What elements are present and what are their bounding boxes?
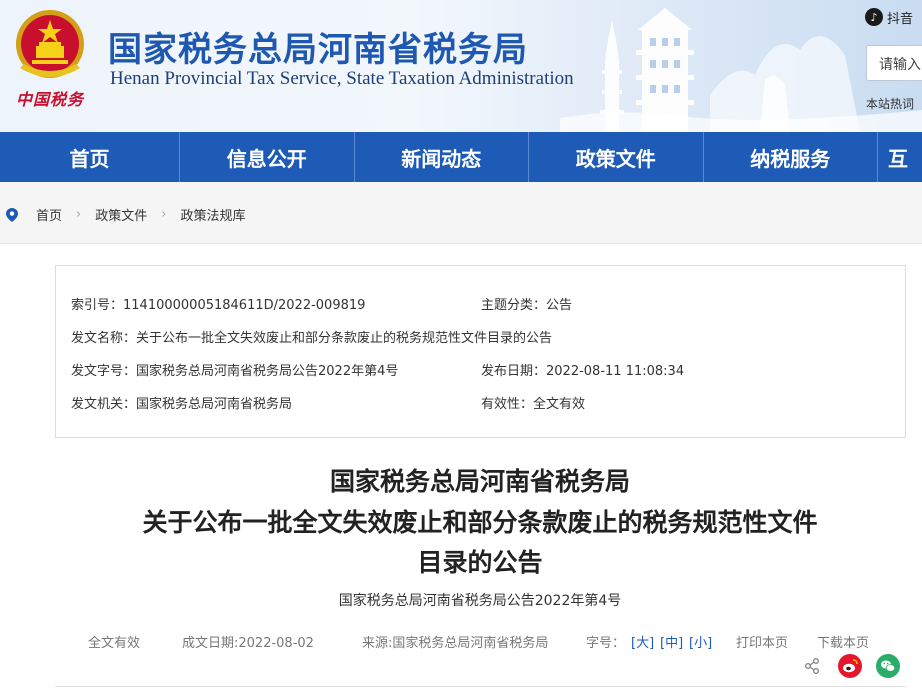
meta-doc-name-value: 关于公布一批全文失效废止和部分条款废止的税务规范性文件目录的公告: [136, 331, 553, 346]
meta-topic: 主题分类：公告: [481, 294, 572, 313]
nav-item-news[interactable]: 新闻动态: [355, 132, 529, 182]
national-emblem-icon: [16, 10, 84, 78]
article-validity: 全文有效: [88, 636, 141, 651]
hot-words-label: 本站热词: [866, 97, 915, 111]
print-page-button[interactable]: 打印本页: [736, 632, 788, 651]
breadcrumb-home[interactable]: 首页: [36, 205, 62, 224]
douyin-label: 抖音: [887, 11, 914, 27]
article-doc-number: 国家税务总局河南省税务局公告2022年第4号: [338, 593, 622, 609]
meta-validity-value: 全文有效: [533, 397, 586, 412]
article-title-line-1: 国家税务总局河南省税务局: [329, 467, 630, 496]
meta-pub-date: 发布日期：2022-08-11 11:08:34: [481, 360, 684, 379]
search-input[interactable]: 请输入: [866, 45, 922, 81]
site-subtitle: Henan Provincial Tax Service, State Taxa…: [110, 68, 574, 89]
article-title-line-3: 目录的公告: [417, 548, 543, 577]
meta-issuer-value: 国家税务总局河南省税务局: [136, 397, 293, 412]
meta-index-label: 索引号：: [71, 298, 124, 313]
meta-doc-no-value: 国家税务总局河南省税务局公告2022年第4号: [136, 364, 399, 379]
content-divider: [55, 686, 906, 687]
nav-item-interaction[interactable]: 互: [878, 132, 922, 182]
share-icon[interactable]: [804, 658, 820, 674]
nav-item-policy-docs[interactable]: 政策文件: [529, 132, 704, 182]
nav-item-info-disclosure[interactable]: 信息公开: [180, 132, 355, 182]
nav-item-home[interactable]: 首页: [0, 132, 180, 182]
meta-topic-value: 公告: [546, 298, 573, 313]
chevron-right-icon: ›: [161, 207, 167, 222]
article-date: 成文日期:2022-08-02: [182, 636, 314, 651]
nav-item-tax-service[interactable]: 纳税服务: [704, 132, 878, 182]
breadcrumb: 首页 › 政策文件 › 政策法规库: [6, 205, 245, 224]
breadcrumb-policy-docs[interactable]: 政策文件: [95, 205, 147, 224]
font-size-large-button[interactable]: [大]: [631, 632, 654, 651]
document-meta-box: 索引号：11410000005184611D/2022-009819 主题分类：…: [55, 265, 906, 438]
breadcrumb-policy-library[interactable]: 政策法规库: [180, 205, 245, 224]
chevron-right-icon: ›: [76, 207, 82, 222]
meta-validity-label: 有效性：: [481, 397, 534, 412]
breadcrumb-bar: 首页 › 政策文件 › 政策法规库: [0, 182, 922, 244]
douyin-icon: ♪: [865, 8, 883, 26]
site-header: 中国税务 国家税务总局河南省税务局 Henan Provincial Tax S…: [0, 0, 922, 132]
meta-topic-label: 主题分类：: [481, 298, 547, 313]
font-size-medium-button[interactable]: [中]: [660, 632, 683, 651]
meta-pub-date-value: 2022-08-11 11:08:34: [546, 364, 685, 379]
meta-issuer-label: 发文机关：: [71, 397, 137, 412]
meta-validity: 有效性：全文有效: [481, 393, 585, 412]
site-title[interactable]: 国家税务总局河南省税务局: [108, 22, 528, 71]
meta-doc-name: 发文名称：关于公布一批全文失效废止和部分条款废止的税务规范性文件目录的公告: [71, 327, 552, 346]
meta-doc-no: 发文字号：国家税务总局河南省税务局公告2022年第4号: [71, 360, 398, 379]
weibo-icon[interactable]: [838, 654, 862, 678]
share-bar: [800, 654, 910, 680]
main-nav: 首页 信息公开 新闻动态 政策文件 纳税服务 互: [0, 132, 922, 182]
wechat-icon[interactable]: [876, 654, 900, 678]
meta-issuer: 发文机关：国家税务总局河南省税务局: [71, 393, 292, 412]
douyin-link[interactable]: ♪ 抖音: [865, 6, 922, 28]
font-size-label: 字号：: [586, 636, 626, 651]
china-tax-logo-text: 中国税务: [15, 90, 84, 109]
meta-pub-date-label: 发布日期：: [481, 364, 547, 379]
location-pin-icon: [6, 207, 18, 222]
meta-index-value: 11410000005184611D/2022-009819: [123, 298, 366, 313]
article-title-line-2: 关于公布一批全文失效废止和部分条款废止的税务规范性文件: [142, 508, 818, 537]
download-page-button[interactable]: 下载本页: [817, 632, 869, 651]
meta-doc-name-label: 发文名称：: [71, 331, 137, 346]
font-size-small-button[interactable]: [小]: [689, 632, 712, 651]
meta-doc-no-label: 发文字号：: [71, 364, 137, 379]
meta-index: 索引号：11410000005184611D/2022-009819: [71, 294, 365, 313]
article-source: 来源:国家税务总局河南省税务局: [362, 636, 549, 651]
article-info-bar: 全文有效 成文日期:2022-08-02 来源:国家税务总局河南省税务局 字号：…: [0, 632, 922, 652]
